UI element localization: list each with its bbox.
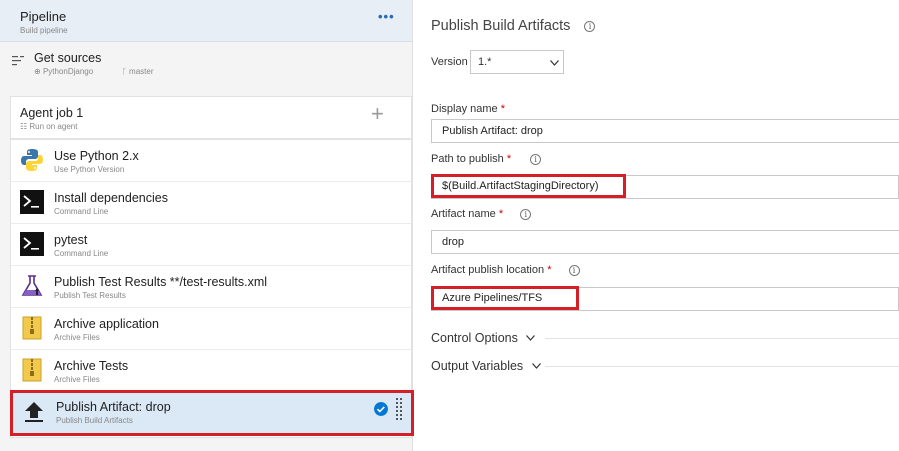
pipeline-subtitle: Build pipeline	[20, 26, 68, 35]
agent-job-title: Agent job 1	[20, 106, 84, 120]
task-subtitle: Use Python Version	[54, 165, 125, 174]
version-label: Version	[431, 56, 468, 68]
output-variables-section[interactable]: Output Variables	[431, 359, 541, 373]
flask-icon	[21, 275, 43, 296]
task-title: Archive Tests	[54, 359, 129, 373]
task-item[interactable]: Publish Test Results **/test-results.xml…	[11, 265, 411, 307]
task-subtitle: Publish Build Artifacts	[56, 416, 133, 425]
location-select-value[interactable]: Azure Pipelines/TFS	[431, 286, 579, 310]
task-subtitle: Archive Files	[54, 333, 100, 342]
repo-icon: ⊕	[34, 67, 43, 76]
terminal-icon	[20, 232, 44, 256]
task-title: Use Python 2.x	[54, 149, 139, 163]
info-icon[interactable]: i	[520, 209, 532, 220]
task-subtitle: Archive Files	[54, 375, 100, 384]
enabled-check-icon[interactable]	[374, 402, 388, 416]
chevron-down-icon	[526, 335, 536, 341]
python-icon	[21, 149, 43, 171]
terminal-icon	[20, 190, 44, 214]
task-item[interactable]: Archive Tests Archive Files	[11, 349, 411, 391]
chevron-down-icon	[531, 363, 541, 369]
drag-handle-icon[interactable]	[396, 398, 402, 422]
artifact-name-input[interactable]: drop	[431, 230, 899, 254]
task-subtitle: Publish Test Results	[54, 291, 126, 300]
task-item[interactable]: Use Python 2.x Use Python Version	[11, 139, 411, 181]
artifact-name-label: Artifact name * i	[431, 208, 532, 220]
agent-icon: ☷	[20, 122, 30, 131]
more-options-button[interactable]: •••	[378, 9, 395, 24]
task-subtitle: Command Line	[54, 207, 109, 216]
info-icon[interactable]: i	[584, 21, 596, 32]
agent-job-subtitle: ☷ Run on agent	[20, 122, 78, 131]
path-input-value[interactable]: $(Build.ArtifactStagingDirectory)	[431, 174, 626, 198]
task-title: Archive application	[54, 317, 159, 331]
repo-label: ⊕ PythonDjango	[34, 67, 94, 76]
get-sources-title: Get sources	[34, 51, 102, 65]
task-item-selected[interactable]: Publish Artifact: drop Publish Build Art…	[10, 390, 414, 436]
panel-title: Publish Build Artifacts i	[431, 18, 596, 34]
info-icon[interactable]: i	[568, 265, 580, 276]
chevron-down-icon	[550, 60, 559, 66]
control-options-section[interactable]: Control Options	[431, 331, 536, 345]
task-item[interactable]: Archive application Archive Files	[11, 307, 411, 349]
sources-list-icon	[12, 56, 24, 66]
branch-label: ᚴ master	[122, 67, 154, 76]
pipeline-header[interactable]: Pipeline Build pipeline •••	[0, 0, 412, 42]
task-title: Install dependencies	[54, 191, 168, 205]
pipeline-title: Pipeline	[20, 9, 67, 24]
pipeline-tasks-panel: Pipeline Build pipeline ••• Get sources …	[0, 0, 414, 451]
upload-icon	[25, 402, 43, 422]
version-select[interactable]: 1.*	[470, 50, 564, 74]
display-name-input[interactable]: Publish Artifact: drop	[431, 119, 899, 143]
location-label: Artifact publish location * i	[431, 264, 580, 276]
agent-job[interactable]: Agent job 1 ☷ Run on agent +	[10, 96, 412, 138]
get-sources-item[interactable]	[0, 43, 412, 88]
info-icon[interactable]: i	[530, 154, 542, 165]
zip-icon	[22, 358, 42, 382]
branch-icon: ᚴ	[122, 67, 130, 76]
task-subtitle: Command Line	[54, 249, 109, 258]
divider	[545, 338, 899, 339]
task-item[interactable]: pytest Command Line	[11, 223, 411, 265]
task-title: Publish Artifact: drop	[56, 400, 171, 414]
add-task-button[interactable]: +	[371, 101, 384, 127]
task-item[interactable]: Install dependencies Command Line	[11, 181, 411, 223]
task-title: Publish Test Results **/test-results.xml	[54, 275, 268, 289]
path-label: Path to publish * i	[431, 153, 542, 165]
zip-icon	[22, 316, 42, 340]
display-name-label: Display name *	[431, 103, 505, 115]
divider	[545, 366, 899, 367]
task-title: pytest	[54, 233, 88, 247]
